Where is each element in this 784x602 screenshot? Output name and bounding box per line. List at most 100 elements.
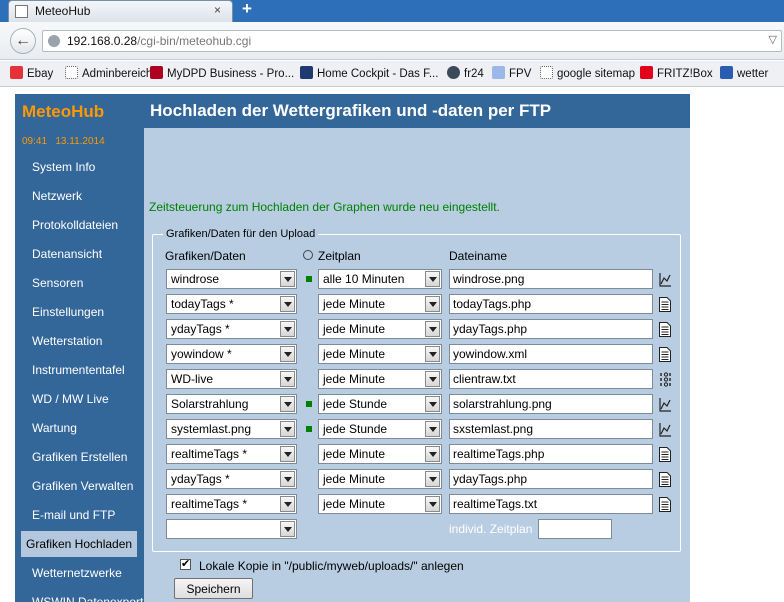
dropdown-arrow-icon[interactable] [280,421,295,437]
bookmark-item[interactable]: FPV [492,66,531,82]
document-icon[interactable] [659,472,671,487]
filename-input[interactable]: yowindow.xml [449,344,653,364]
schedule-select[interactable]: jede Minute [318,469,442,489]
sidebar-item[interactable]: Netzwerk [15,183,144,209]
dropdown-arrow-icon[interactable] [425,396,440,412]
document-icon[interactable] [659,447,671,462]
chart-icon[interactable] [659,272,671,287]
document-icon[interactable] [659,347,671,362]
dropdown-arrow-icon[interactable] [280,521,295,537]
data-type-select-value: windrose [171,272,220,286]
dropdown-arrow-icon[interactable] [425,271,440,287]
dropdown-arrow-icon[interactable] [425,496,440,512]
chart-icon[interactable] [659,397,671,412]
url-text[interactable]: 192.168.0.28/cgi-bin/meteohub.cgi [67,34,251,48]
tab-close-icon[interactable]: × [214,3,221,17]
chart-icon[interactable] [659,422,671,437]
sidebar-item[interactable]: WD / MW Live [15,386,144,412]
upload-row: realtimeTags * jede Minute realtimeTags.ph… [153,444,682,466]
dropdown-arrow-icon[interactable] [425,371,440,387]
filename-input[interactable]: solarstrahlung.png [449,394,653,414]
data-type-select[interactable]: Solarstrahlung [166,394,297,414]
bookmark-item[interactable]: MyDPD Business - Pro... [150,66,294,82]
dropdown-arrow-icon[interactable] [280,396,295,412]
schedule-select[interactable]: jede Minute [318,294,442,314]
dropdown-arrow-icon[interactable] [280,471,295,487]
bookmark-item[interactable]: google sitemap [540,66,635,82]
sidebar-item[interactable]: System Info [15,154,144,180]
filename-input[interactable]: todayTags.php [449,294,653,314]
schedule-select[interactable]: jede Minute [318,494,442,514]
sidebar-item[interactable]: Protokolldateien [15,212,144,238]
dropdown-arrow-icon[interactable] [280,496,295,512]
dropdown-arrow-icon[interactable] [425,471,440,487]
new-tab-icon[interactable]: + [242,0,252,19]
dropdown-arrow-icon[interactable] [425,446,440,462]
dropdown-arrow-icon[interactable] [425,346,440,362]
data-type-select[interactable] [166,519,297,539]
filename-input[interactable]: ydayTags.php [449,469,653,489]
data-type-select[interactable]: yowindow * [166,344,297,364]
individual-schedule-input[interactable] [538,519,612,539]
schedule-select[interactable]: jede Minute [318,319,442,339]
document-icon[interactable] [659,297,671,312]
schedule-select[interactable]: jede Minute [318,344,442,364]
data-type-select[interactable]: WD-live [166,369,297,389]
dropdown-arrow-icon[interactable] [280,271,295,287]
bookmark-label: FPV [509,68,532,80]
document-icon[interactable] [659,322,671,337]
save-button[interactable]: Speichern [174,578,253,599]
bookmark-item[interactable]: Adminbereich [65,66,152,82]
dropdown-arrow-icon[interactable] [280,321,295,337]
dropdown-arrow-icon[interactable] [280,371,295,387]
data-type-select[interactable]: ydayTags * [166,469,297,489]
filename-input[interactable]: realtimeTags.php [449,444,653,464]
bookmark-item[interactable]: wetter [720,66,768,82]
dropdown-arrow-icon[interactable] [280,296,295,312]
bookmark-item[interactable]: FRITZ!Box [640,66,713,82]
data-type-select[interactable]: realtimeTags * [166,494,297,514]
sidebar-item[interactable]: Grafiken Hochladen [21,531,137,557]
dropdown-arrow-icon[interactable] [280,346,295,362]
schedule-select[interactable]: jede Stunde [318,419,442,439]
dropdown-arrow-icon[interactable] [280,446,295,462]
sidebar-item[interactable]: Instrumententafel [15,357,144,383]
data-type-select[interactable]: systemlast.png [166,419,297,439]
address-bar[interactable]: 192.168.0.28/cgi-bin/meteohub.cgi ▽ [42,30,782,52]
schedule-select[interactable]: jede Minute [318,369,442,389]
bookmark-item[interactable]: fr24 [447,66,484,82]
filename-input[interactable]: ydayTags.php [449,319,653,339]
document-icon[interactable] [659,497,671,512]
sidebar-item[interactable]: Wartung [15,415,144,441]
schedule-select[interactable]: jede Stunde [318,394,442,414]
sidebar-item[interactable]: Sensoren [15,270,144,296]
url-dropdown-icon[interactable]: ▽ [769,33,777,46]
dropdown-arrow-icon[interactable] [425,421,440,437]
back-arrow-icon[interactable]: ← [10,28,36,54]
filename-input[interactable]: realtimeTags.txt [449,494,653,514]
sidebar-item[interactable]: Einstellungen [15,299,144,325]
filename-input[interactable]: clientraw.txt [449,369,653,389]
filename-input[interactable]: windrose.png [449,269,653,289]
local-copy-checkbox[interactable]: ✔ [180,559,191,570]
binary-icon[interactable] [659,372,671,387]
filename-input[interactable]: sxstemlast.png [449,419,653,439]
browser-tab[interactable]: MeteoHub × [8,0,233,22]
sidebar-item[interactable]: WSWIN Datenexport [15,589,144,602]
dropdown-arrow-icon[interactable] [425,321,440,337]
bookmark-item[interactable]: Ebay [10,66,53,82]
bookmark-item[interactable]: Home Cockpit - Das F... [300,66,438,82]
dropdown-arrow-icon[interactable] [425,296,440,312]
sidebar-item[interactable]: Datenansicht [15,241,144,267]
sidebar-item[interactable]: Wetternetzwerke [15,560,144,586]
sidebar-item[interactable]: Grafiken Verwalten [15,473,144,499]
sidebar-item[interactable]: E-mail und FTP [15,502,144,528]
sidebar-item[interactable]: Grafiken Erstellen [15,444,144,470]
sidebar-item[interactable]: Wetterstation [15,328,144,354]
schedule-select[interactable]: jede Minute [318,444,442,464]
data-type-select[interactable]: realtimeTags * [166,444,297,464]
data-type-select[interactable]: todayTags * [166,294,297,314]
data-type-select[interactable]: ydayTags * [166,319,297,339]
schedule-select[interactable]: alle 10 Minuten [318,269,442,289]
data-type-select[interactable]: windrose [166,269,297,289]
